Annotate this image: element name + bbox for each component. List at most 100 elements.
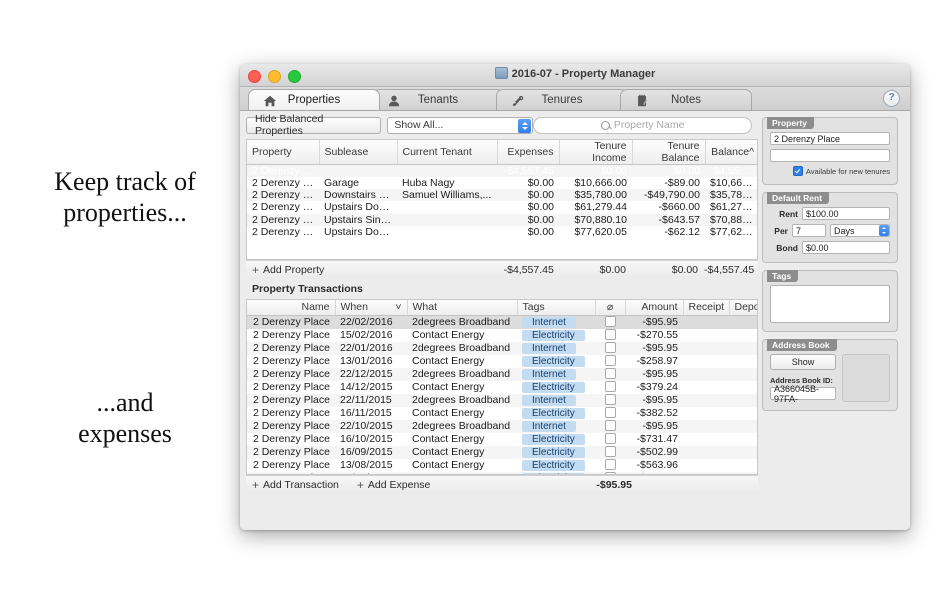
checkbox-checked-icon[interactable] — [792, 166, 803, 176]
add-transaction-label: Add Transaction — [263, 479, 339, 491]
table-row[interactable]: 2 Derenzy Place 16/11/2015 Contact Energy E… — [247, 406, 757, 420]
table-row[interactable]: 2 Derenzy Place 22/11/2015 2degrees Broadb… — [247, 393, 757, 407]
tag-badge: Electricity — [522, 434, 585, 445]
table-row[interactable]: 2 Derenzy Place 13/01/2016 Contact Energy E… — [247, 354, 757, 368]
tab-tenures[interactable]: Tenures — [496, 89, 628, 110]
col-what[interactable]: What — [407, 300, 518, 316]
col-amount[interactable]: Amount — [625, 300, 684, 316]
help-button[interactable]: ? — [883, 90, 900, 107]
table-row[interactable]: 2 Derenzy Place 22/10/2015 2degrees Broadb… — [247, 419, 757, 433]
when-cell: 22/11/2015 — [335, 393, 407, 407]
add-property-button[interactable]: + Add Property — [246, 264, 499, 276]
table-row[interactable]: 2 Derenzy Place 16/09/2015 Contact Energy E… — [247, 445, 757, 459]
tag-badge: Internet — [522, 395, 576, 406]
cleared-cell[interactable] — [595, 328, 625, 342]
col-tenure-income[interactable]: Tenure Income — [559, 140, 633, 165]
col-cleared[interactable]: ⌀ — [595, 300, 626, 316]
bond-field[interactable]: $0.00 — [802, 241, 890, 254]
tags-cell: Internet — [517, 315, 595, 329]
cleared-cell[interactable] — [595, 432, 625, 446]
rent-field[interactable]: $100.00 — [802, 207, 890, 220]
filter-select[interactable]: Show All... — [387, 116, 534, 134]
table-row[interactable]: 2 Derenzy PlaceDownstairs Do...Samuel Wi… — [247, 189, 757, 202]
cleared-cell[interactable] — [595, 341, 625, 355]
col-deposited[interactable]: Deposited/... — [729, 300, 757, 316]
cleared-cell[interactable] — [595, 315, 625, 329]
tab-notes[interactable]: Notes — [620, 89, 752, 110]
col-property[interactable]: Property — [247, 140, 320, 165]
name-cell: 2 Derenzy Place — [247, 445, 335, 459]
screenshot-root: Keep track of properties... ...and expen… — [0, 0, 950, 594]
checkbox-icon[interactable] — [604, 380, 616, 392]
name-cell: 2 Derenzy Place — [247, 393, 335, 407]
checkbox-icon[interactable] — [604, 458, 616, 470]
checkbox-icon[interactable] — [604, 328, 616, 340]
tab-tenants[interactable]: Tenants — [372, 89, 504, 110]
checkbox-icon[interactable] — [604, 432, 616, 444]
table-row[interactable]: 2 Derenzy PlaceUpstairs Doubl...$0.00$77… — [247, 225, 757, 238]
col-receipt[interactable]: Receipt — [683, 300, 730, 316]
table-row[interactable]: 2 Derenzy Place 15/02/2016 Contact Energy E… — [247, 328, 757, 342]
table-row[interactable]: 2 Derenzy Place 13/08/2015 Contact Energy E… — [247, 458, 757, 472]
checkbox-icon[interactable] — [604, 354, 616, 366]
when-cell: 15/02/2016 — [335, 328, 407, 342]
tab-properties[interactable]: Properties — [248, 89, 380, 110]
hide-balanced-properties-button[interactable]: Hide Balanced Properties — [246, 113, 382, 137]
col-expenses[interactable]: Expenses — [497, 140, 560, 165]
available-for-new-tenures-row[interactable]: Available for new tenures — [770, 166, 890, 176]
tags-cell: Electricity — [517, 445, 595, 459]
table-row[interactable]: 2 Derenzy Place 16/10/2015 Contact Energy E… — [247, 432, 757, 446]
checkbox-icon[interactable] — [604, 393, 616, 405]
table-row[interactable]: 2 Derenzy PlaceGarageHuba Nagy$0.00$10,6… — [247, 177, 757, 190]
chevron-down-icon: ˅ — [395, 301, 402, 314]
table-row[interactable]: 2 Derenzy Place-$4,557.45$0.00$0.00-$4,5… — [247, 164, 757, 177]
checkbox-icon[interactable] — [604, 406, 616, 418]
table-row[interactable]: 2 Derenzy Place 22/12/2015 2degrees Broadb… — [247, 367, 757, 381]
col-balance[interactable]: Balance^ — [705, 140, 757, 165]
col-current-tenant[interactable]: Current Tenant — [397, 140, 498, 165]
tags-input[interactable] — [770, 285, 890, 323]
col-sublease[interactable]: Sublease — [319, 140, 398, 165]
checkbox-icon[interactable] — [604, 341, 616, 353]
checkbox-icon[interactable] — [604, 445, 616, 457]
search-input[interactable]: Property Name — [533, 116, 752, 134]
cleared-cell[interactable] — [595, 380, 625, 394]
property-name-field[interactable]: 2 Derenzy Place — [770, 132, 890, 145]
address-book-id-field[interactable]: A366045B-97FA- — [770, 384, 836, 404]
table-row[interactable]: 2 Derenzy PlaceUpstairs Doubl...$0.00$61… — [247, 201, 757, 214]
cleared-cell[interactable] — [595, 354, 625, 368]
cleared-cell[interactable] — [595, 406, 625, 420]
cleared-cell[interactable] — [595, 458, 625, 472]
col-when[interactable]: When ˅ — [335, 300, 408, 316]
add-transaction-button[interactable]: + Add Transaction — [246, 479, 339, 491]
tag-badge: Electricity — [522, 460, 585, 471]
plus-icon: + — [356, 478, 364, 492]
per-label: Per — [774, 225, 788, 236]
col-tenure-balance[interactable]: Tenure Balance — [632, 140, 706, 165]
name-cell: 2 Derenzy Place — [247, 315, 335, 329]
cleared-cell[interactable] — [595, 445, 625, 459]
promo-text-bottom: ...and expenses — [78, 388, 172, 448]
table-row[interactable]: 2 Derenzy Place 14/12/2015 Contact Energy E… — [247, 380, 757, 394]
checkbox-icon[interactable] — [604, 419, 616, 431]
checkbox-icon[interactable] — [604, 315, 616, 327]
add-expense-button[interactable]: + Add Expense — [339, 479, 430, 491]
property-cell: 2 Derenzy Place — [247, 177, 319, 190]
tag-badge: Internet — [522, 317, 576, 328]
table-row[interactable]: 2 Derenzy PlaceUpstairs Single$0.00$70,8… — [247, 213, 757, 226]
table-row[interactable]: 2 Derenzy Place 22/02/2016 2degrees Broadb… — [247, 315, 757, 329]
cleared-cell[interactable] — [595, 367, 625, 381]
cleared-cell[interactable] — [595, 419, 625, 433]
search-icon — [600, 120, 610, 130]
per-unit-select[interactable]: Days — [830, 224, 890, 237]
show-address-book-button[interactable]: Show — [770, 354, 836, 370]
checkbox-icon[interactable] — [604, 367, 616, 379]
tenant-cell: Huba Nagy — [397, 177, 497, 190]
col-name[interactable]: Name — [247, 300, 336, 316]
per-row: Per 7 Days — [770, 224, 890, 237]
col-tags[interactable]: Tags — [517, 300, 596, 316]
table-row[interactable]: 2 Derenzy Place 22/01/2016 2degrees Broadb… — [247, 341, 757, 355]
per-value-field[interactable]: 7 — [792, 224, 826, 237]
cleared-cell[interactable] — [595, 393, 625, 407]
property-secondary-field[interactable] — [770, 149, 890, 162]
